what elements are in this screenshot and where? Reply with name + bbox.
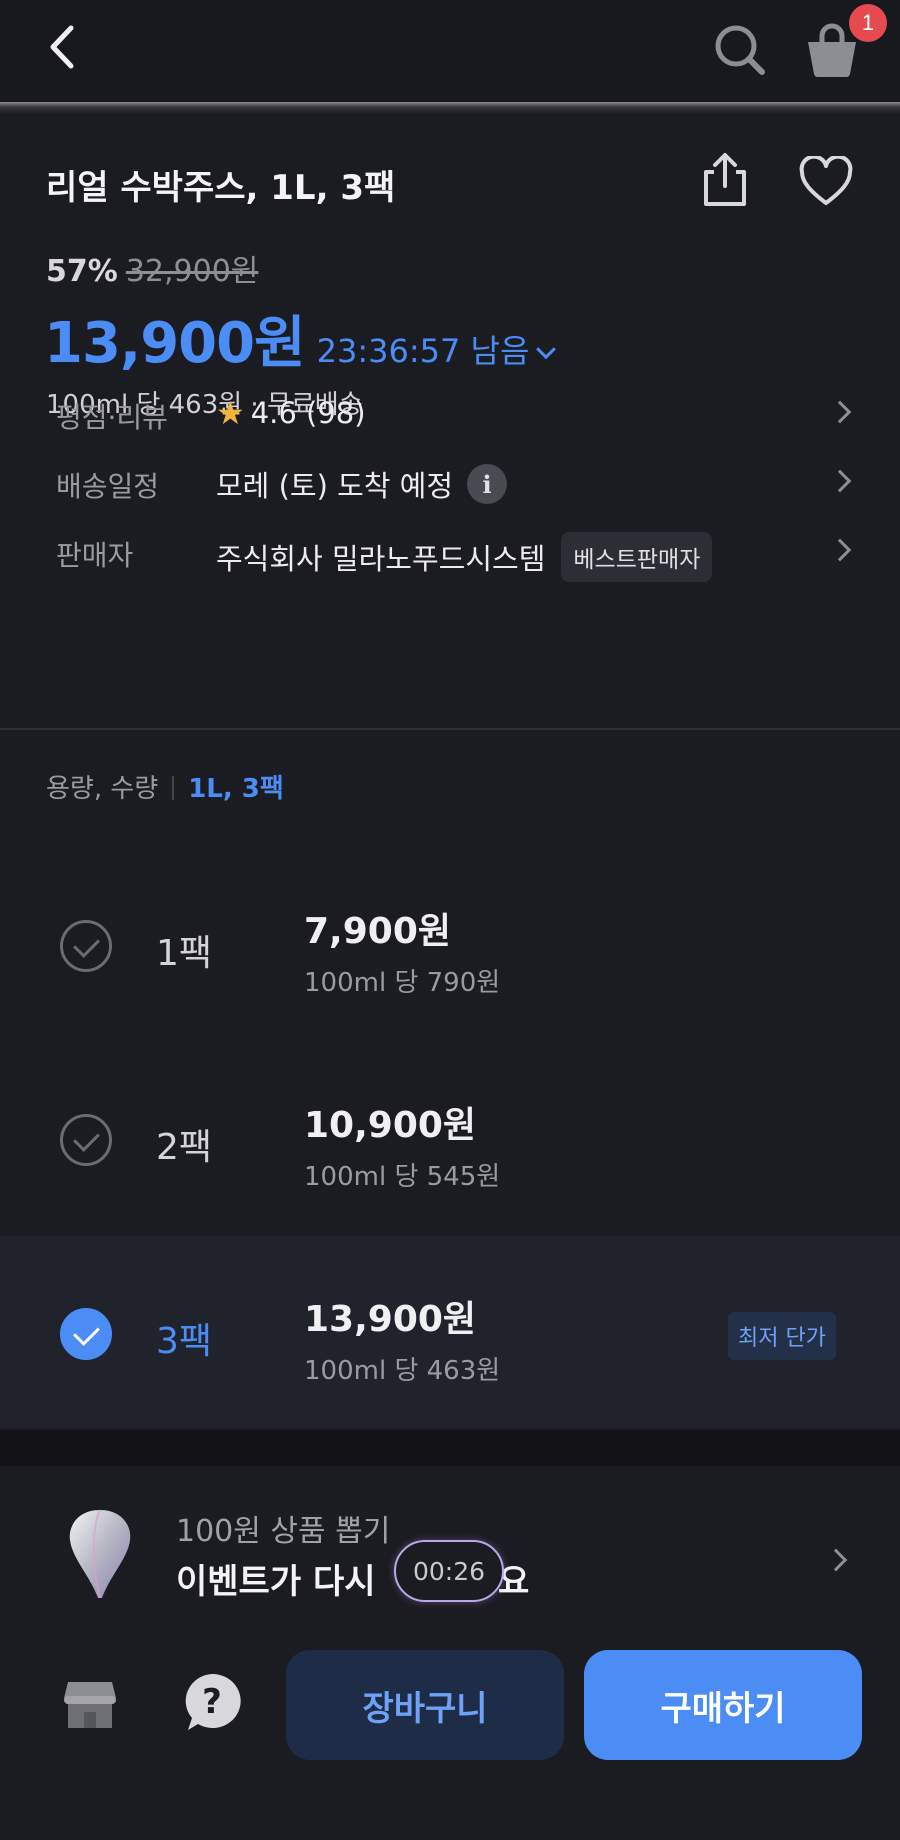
info-icon[interactable]: i bbox=[467, 464, 508, 504]
help-icon: ? bbox=[185, 1673, 241, 1730]
price-row: 13,900원 23:36:57 남음 bbox=[44, 298, 557, 379]
seller-row[interactable]: 판매자 주식회사 밀라노푸드시스템 베스트판매자 bbox=[0, 520, 900, 582]
seller-value-wrap: 주식회사 밀라노푸드시스템 베스트판매자 bbox=[216, 532, 713, 582]
svg-text:?: ? bbox=[202, 1682, 222, 1722]
option-price: 13,900원 bbox=[304, 1299, 477, 1340]
seller-name: 주식회사 밀라노푸드시스템 bbox=[216, 542, 546, 576]
chevron-right-icon bbox=[828, 400, 852, 424]
option-header-separator bbox=[172, 776, 175, 800]
add-to-cart-button[interactable]: 장바구니 bbox=[286, 1650, 564, 1760]
event-subtitle: 100원 상품 뽑기 bbox=[176, 1514, 391, 1549]
option-item-2pack[interactable]: 2팩 10,900원 100ml 당 545원 bbox=[0, 1042, 900, 1234]
event-banner[interactable]: 100원 상품 뽑기 이벤트가 다시 요 00:26 bbox=[0, 1466, 900, 1622]
search-button[interactable] bbox=[710, 20, 770, 80]
option-pack: 2팩 bbox=[156, 1127, 213, 1168]
option-pack: 3팩 bbox=[156, 1321, 213, 1362]
wishlist-button[interactable] bbox=[798, 154, 854, 208]
option-unit-price: 100ml 당 790원 bbox=[304, 968, 501, 998]
option-unit-price: 100ml 당 463원 bbox=[304, 1356, 501, 1386]
discount-rate: 57% bbox=[46, 254, 118, 289]
delivery-label: 배송일정 bbox=[56, 470, 160, 503]
deal-timer[interactable]: 23:36:57 남음 bbox=[317, 326, 530, 372]
chevron-right-icon bbox=[828, 538, 852, 562]
chevron-right-icon bbox=[824, 1548, 848, 1572]
heart-icon bbox=[799, 154, 853, 205]
section-gap bbox=[0, 1430, 900, 1466]
best-seller-badge: 베스트판매자 bbox=[561, 532, 713, 582]
rating-row[interactable]: 평점·리뷰 ★ 4.6 (98) bbox=[0, 382, 900, 442]
share-icon bbox=[704, 153, 746, 206]
cart-count-badge: 1 bbox=[849, 4, 887, 42]
event-timer: 00:26 bbox=[394, 1540, 504, 1602]
discount-row: 57% 32,900원 bbox=[46, 246, 258, 290]
store-icon bbox=[64, 1682, 116, 1728]
section-divider bbox=[0, 728, 900, 730]
sale-price: 13,900원 bbox=[44, 311, 306, 376]
rating-label: 평점·리뷰 bbox=[56, 401, 168, 434]
chevron-right-icon bbox=[828, 469, 852, 493]
delivery-value: 모레 (토) 도착 예정 bbox=[216, 469, 454, 503]
top-bar: 1 bbox=[0, 0, 900, 102]
option-header-selected: 1L, 3팩 bbox=[188, 774, 284, 804]
check-circle-icon bbox=[60, 1308, 112, 1360]
option-unit-price: 100ml 당 545원 bbox=[304, 1162, 501, 1192]
product-title: 리얼 수박주스, 1L, 3팩 bbox=[46, 168, 396, 208]
search-icon bbox=[715, 25, 765, 75]
chevron-down-icon[interactable] bbox=[536, 339, 557, 360]
option-item-3pack[interactable]: 3팩 13,900원 100ml 당 463원 최저 단가 bbox=[0, 1236, 900, 1428]
option-header: 용량, 수량 1L, 3팩 bbox=[46, 768, 284, 805]
rating-value: 4.6 (98) bbox=[250, 396, 366, 430]
delivery-row[interactable]: 배송일정 모레 (토) 도착 예정 i bbox=[0, 451, 900, 511]
check-circle-icon bbox=[60, 920, 112, 972]
bottom-action-bar: ? 장바구니 구매하기 bbox=[0, 1622, 900, 1840]
event-title: 이벤트가 다시 bbox=[176, 1562, 376, 1602]
seller-label: 판매자 bbox=[56, 539, 134, 572]
buy-now-button[interactable]: 구매하기 bbox=[584, 1650, 862, 1760]
option-item-1pack[interactable]: 1팩 7,900원 100ml 당 790원 bbox=[0, 848, 900, 1040]
option-pack: 1팩 bbox=[156, 933, 213, 974]
option-price: 10,900원 bbox=[304, 1105, 477, 1146]
star-icon: ★ bbox=[216, 394, 245, 432]
check-circle-icon bbox=[60, 1114, 112, 1166]
lowest-price-badge: 최저 단가 bbox=[728, 1312, 836, 1360]
share-button[interactable] bbox=[698, 150, 752, 210]
delivery-value-wrap: 모레 (토) 도착 예정 i bbox=[216, 463, 508, 505]
help-button[interactable]: ? bbox=[180, 1670, 244, 1736]
header-divider bbox=[0, 102, 900, 114]
balloon-icon bbox=[69, 1509, 131, 1599]
back-button[interactable] bbox=[40, 22, 84, 72]
option-price: 7,900원 bbox=[304, 911, 451, 952]
rating-value-wrap: ★ 4.6 (98) bbox=[216, 394, 366, 432]
option-header-label: 용량, 수량 bbox=[46, 774, 159, 804]
product-info: 리얼 수박주스, 1L, 3팩 57% 32,900원 13,900원 23:36… bbox=[0, 114, 900, 728]
original-price: 32,900원 bbox=[125, 254, 259, 289]
back-arrow-icon bbox=[50, 25, 74, 69]
store-button[interactable] bbox=[60, 1674, 120, 1734]
